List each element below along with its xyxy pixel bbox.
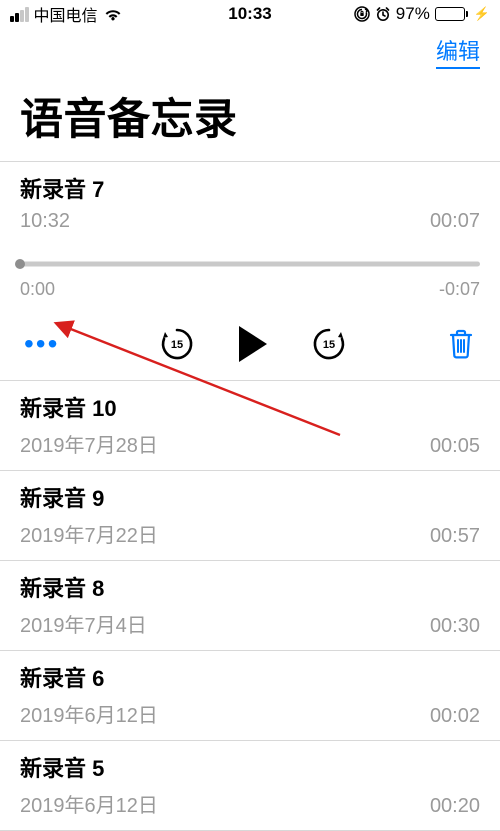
status-right: 97% ⚡ (354, 4, 490, 24)
wifi-icon (103, 7, 123, 21)
skip-fwd-label: 15 (323, 339, 335, 351)
play-button[interactable] (239, 326, 267, 362)
recording-date: 2019年7月4日 (20, 609, 147, 638)
page-title: 语音备忘录 (0, 69, 500, 161)
recording-duration: 00:07 (430, 210, 480, 233)
playback-controls: 15 15 (159, 326, 347, 362)
skip-forward-15-button[interactable]: 15 (311, 326, 347, 362)
scrubber-track (20, 262, 480, 267)
recording-date: 2019年7月28日 (20, 429, 158, 458)
recording-title: 新录音 10 (20, 391, 480, 423)
list-item[interactable]: 新录音 8 2019年7月4日 00:30 (0, 561, 500, 651)
recordings-list: 新录音 10 2019年7月28日 00:05 新录音 9 2019年7月22日 00:5… (0, 381, 500, 831)
play-icon (239, 326, 267, 362)
list-item[interactable]: 新录音 10 2019年7月28日 00:05 (0, 381, 500, 471)
recording-duration: 00:57 (430, 525, 480, 548)
recording-title: 新录音 5 (20, 751, 480, 783)
nav-bar: 编辑 (0, 28, 500, 69)
recording-title: 新录音 7 (20, 172, 480, 204)
delete-button[interactable] (446, 327, 476, 361)
list-item[interactable]: 新录音 6 2019年6月12日 00:02 (0, 651, 500, 741)
recording-duration: 00:02 (430, 705, 480, 728)
list-item[interactable]: 新录音 9 2019年7月22日 00:57 (0, 471, 500, 561)
carrier-label: 中国电信 (34, 2, 98, 26)
skip-back-15-button[interactable]: 15 (159, 326, 195, 362)
skip-back-label: 15 (171, 339, 183, 351)
recording-date: 2019年6月12日 (20, 699, 158, 728)
recording-date: 2019年7月22日 (20, 519, 158, 548)
status-time: 10:33 (228, 4, 271, 24)
signal-icon (10, 7, 29, 22)
playback-scrubber[interactable] (20, 257, 480, 271)
charging-icon: ⚡ (474, 6, 490, 22)
more-options-button[interactable]: ••• (24, 330, 59, 358)
recording-duration: 00:05 (430, 435, 480, 458)
orientation-lock-icon (354, 6, 370, 22)
battery-icon (435, 7, 468, 21)
status-bar: 中国电信 10:33 97% ⚡ (0, 0, 500, 28)
recording-title: 新录音 8 (20, 571, 480, 603)
recording-duration: 00:20 (430, 795, 480, 818)
scrub-time-elapsed: 0:00 (20, 279, 55, 300)
status-left: 中国电信 (10, 2, 123, 26)
recording-timestamp: 10:32 (20, 210, 70, 233)
expanded-recording: 新录音 7 10:32 00:07 0:00 -0:07 ••• 15 (0, 162, 500, 381)
scrubber-thumb[interactable] (15, 259, 25, 269)
alarm-icon (375, 6, 391, 22)
edit-button[interactable]: 编辑 (436, 34, 480, 69)
list-item[interactable]: 新录音 5 2019年6月12日 00:20 (0, 741, 500, 831)
recording-date: 2019年6月12日 (20, 789, 158, 818)
scrub-time-remaining: -0:07 (439, 279, 480, 300)
recording-title: 新录音 9 (20, 481, 480, 513)
recording-duration: 00:30 (430, 615, 480, 638)
battery-percent: 97% (396, 4, 430, 24)
recording-title: 新录音 6 (20, 661, 480, 693)
